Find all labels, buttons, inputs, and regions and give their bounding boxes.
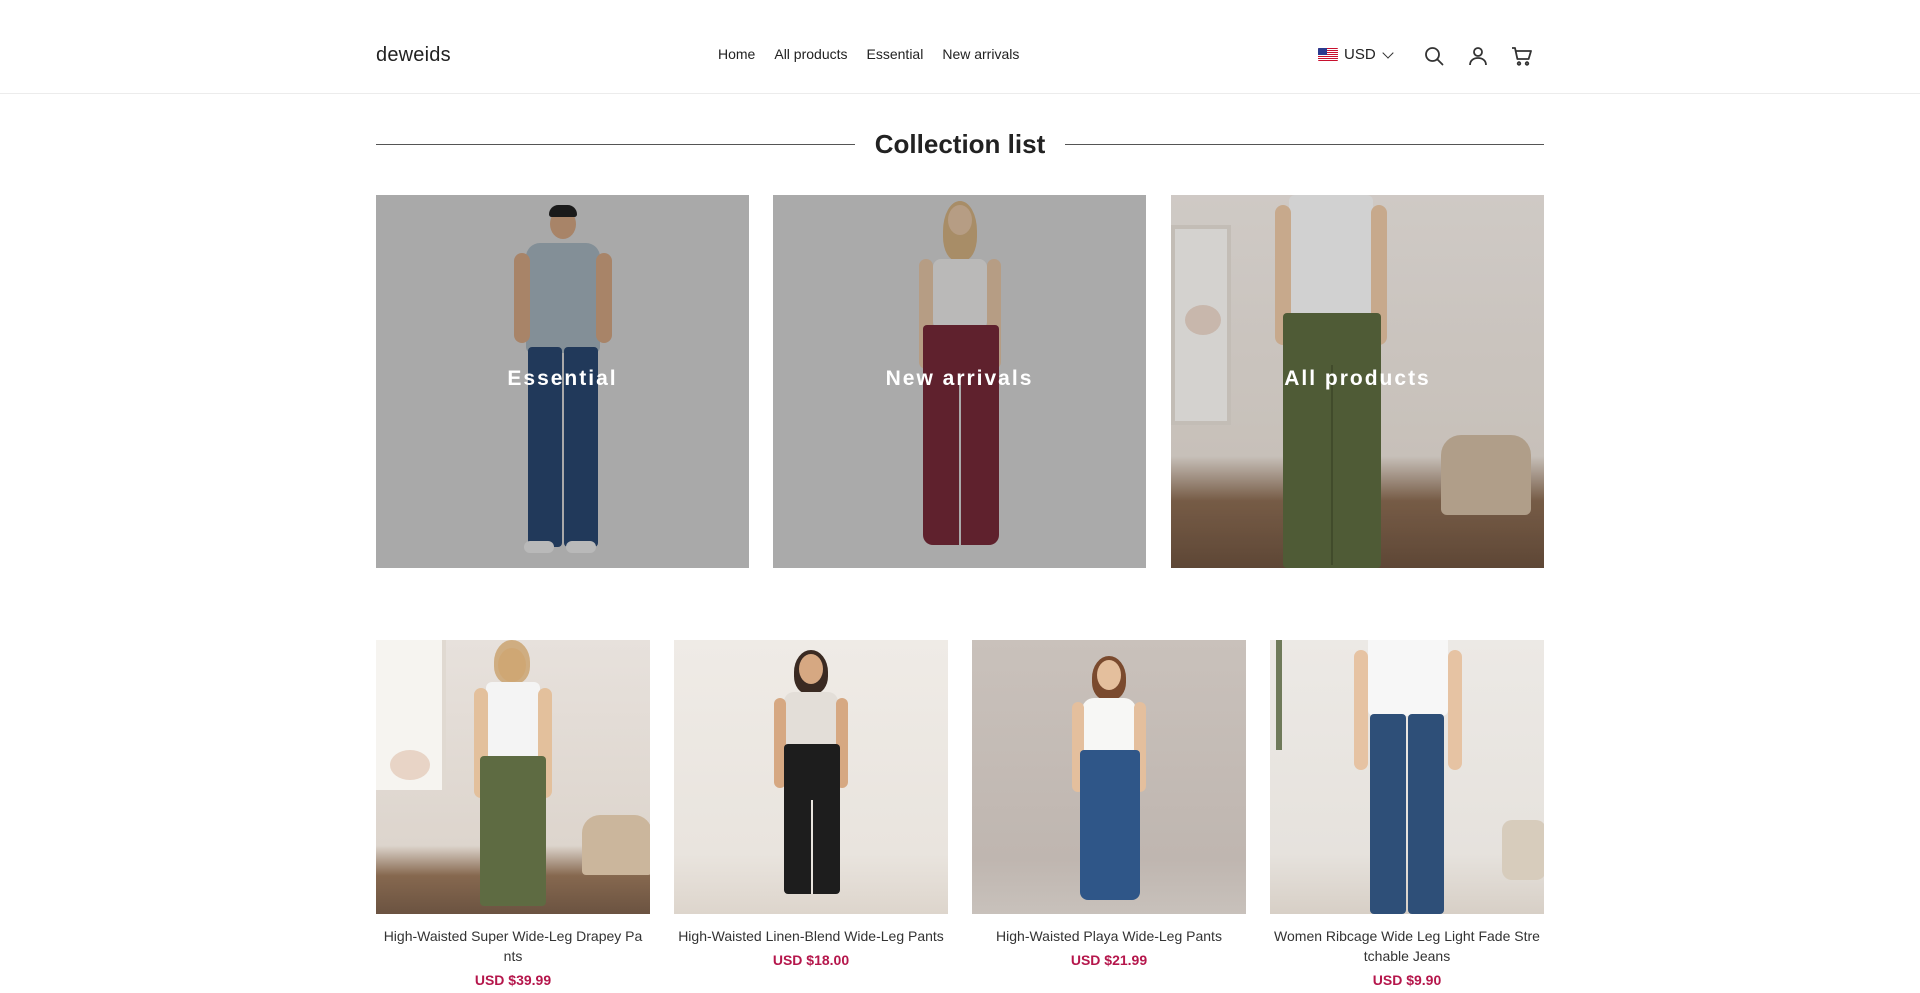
product-card[interactable]: High-Waisted Super Wide-Leg Drapey Pants… — [376, 640, 650, 988]
product-image[interactable] — [972, 640, 1246, 914]
currency-label: USD — [1344, 46, 1376, 63]
search-icon[interactable] — [1422, 44, 1446, 68]
site-header: deweids Home All products Essential New … — [0, 0, 1920, 94]
collection-tile-essential[interactable]: Essential — [376, 195, 749, 568]
product-title[interactable]: High-Waisted Playa Wide-Leg Pants — [972, 926, 1246, 946]
store-logo[interactable]: deweids — [376, 44, 451, 67]
product-price: USD $9.90 — [1372, 972, 1442, 988]
product-title[interactable]: High-Waisted Linen-Blend Wide-Leg Pants — [674, 926, 948, 946]
product-card[interactable]: Women Ribcage Wide Leg Light Fade Stretc… — [1270, 640, 1544, 988]
product-title[interactable]: High-Waisted Super Wide-Leg Drapey Pants — [376, 926, 650, 966]
tile-label: New arrivals — [885, 367, 1034, 390]
nav-home[interactable]: Home — [718, 46, 755, 62]
nav-essential[interactable]: Essential — [867, 46, 924, 62]
collection-list-heading: Collection list — [376, 126, 1544, 162]
main-nav: Home All products Essential New arrivals — [718, 46, 1019, 62]
product-card[interactable]: High-Waisted Playa Wide-Leg Pants USD $2… — [972, 640, 1246, 968]
product-price: USD $21.99 — [1070, 952, 1148, 968]
product-title[interactable]: Women Ribcage Wide Leg Light Fade Stretc… — [1270, 926, 1544, 966]
nav-all-products[interactable]: All products — [774, 46, 847, 62]
product-price: USD $39.99 — [474, 972, 552, 988]
tile-label: All products — [1284, 367, 1431, 390]
product-price: USD $18.00 — [772, 952, 850, 968]
currency-selector[interactable]: USD — [1318, 46, 1394, 63]
heading-divider-right — [1065, 143, 1544, 145]
product-image[interactable] — [376, 640, 650, 914]
chevron-down-icon — [1382, 46, 1394, 59]
cart-icon[interactable] — [1510, 44, 1534, 68]
heading-divider-left — [376, 143, 855, 145]
product-image[interactable] — [674, 640, 948, 914]
tile-label: Essential — [507, 367, 618, 390]
product-image[interactable] — [1270, 640, 1544, 914]
nav-new-arrivals[interactable]: New arrivals — [942, 46, 1019, 62]
us-flag-icon — [1318, 48, 1338, 61]
product-card[interactable]: High-Waisted Linen-Blend Wide-Leg Pants … — [674, 640, 948, 968]
collection-tile-new-arrivals[interactable]: New arrivals — [773, 195, 1146, 568]
collection-tile-all-products[interactable]: All products — [1171, 195, 1544, 568]
section-title: Collection list — [874, 128, 1046, 159]
account-icon[interactable] — [1466, 44, 1490, 68]
